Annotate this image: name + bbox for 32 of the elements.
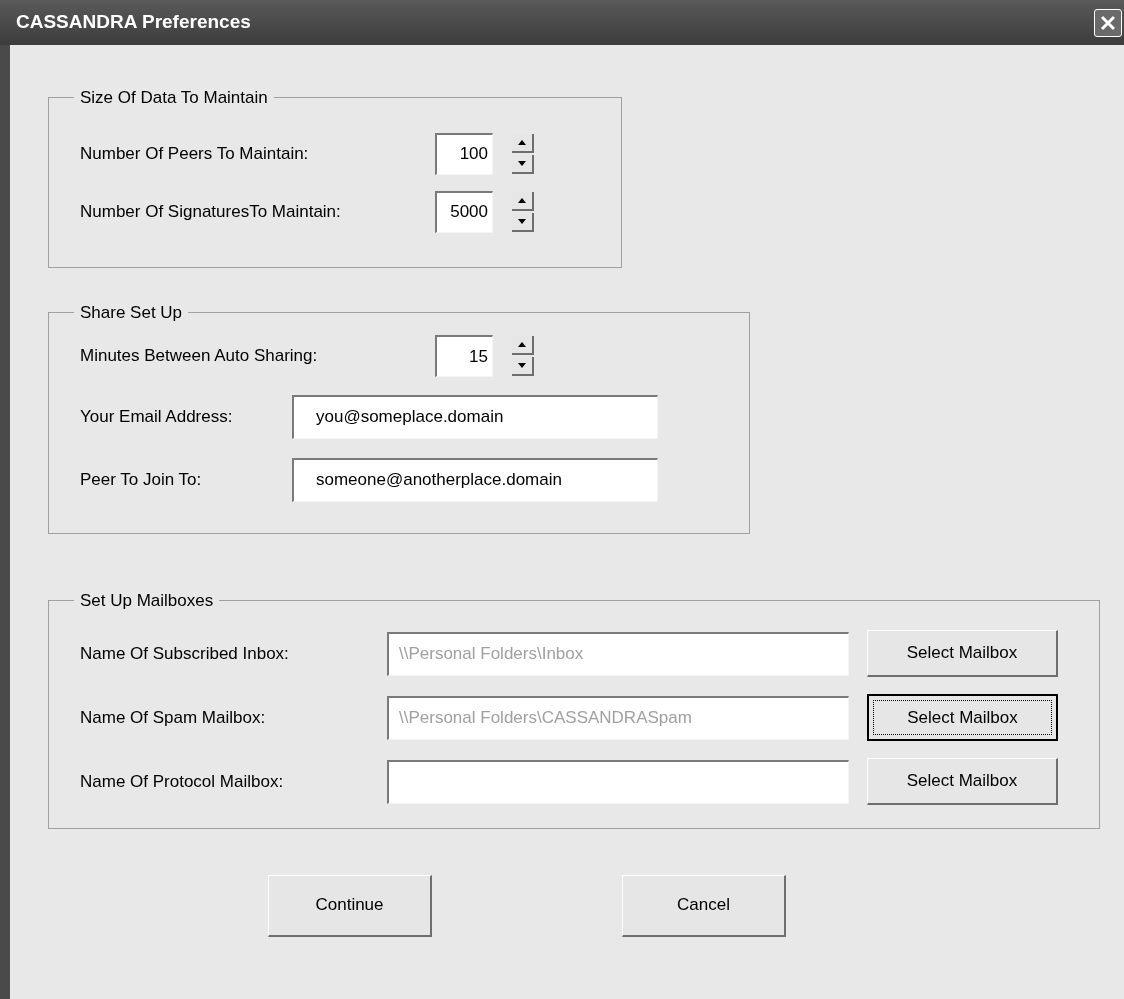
group-title: Size Of Data To Maintain [79, 87, 269, 109]
text-field[interactable]: you@someplace.domain [292, 394, 658, 439]
spin-down-button[interactable] [512, 357, 534, 376]
number-field[interactable]: 100 [435, 132, 493, 175]
field-label: Name Of Spam Mailbox: [80, 706, 267, 729]
up-triangle-icon [518, 139, 526, 145]
number-field[interactable]: 5000 [435, 190, 493, 233]
spin-down-button[interactable] [512, 154, 534, 174]
field-label: Number Of SignaturesTo Maintain: [80, 200, 342, 223]
group-title: Share Set Up [79, 301, 184, 324]
field-label: Peer To Join To: [80, 468, 203, 491]
spin-down-button[interactable] [512, 212, 534, 232]
dialog-button[interactable]: Continue [268, 874, 432, 937]
mailbox-field[interactable] [387, 759, 849, 804]
close-button[interactable] [1094, 8, 1122, 37]
up-triangle-icon [518, 342, 526, 347]
number-field[interactable]: 15 [435, 335, 493, 377]
field-label: Minutes Between Auto Sharing: [80, 345, 319, 368]
group-title: Set Up Mailboxes [79, 590, 215, 612]
field-label: Name Of Protocol Mailbox: [80, 770, 285, 793]
down-triangle-icon [518, 363, 526, 368]
window-title: CASSANDRA Preferences [16, 10, 251, 35]
field-label: Number Of Peers To Maintain: [80, 142, 310, 165]
down-triangle-icon [518, 218, 526, 224]
dialog-button[interactable]: Cancel [622, 874, 786, 937]
text-field[interactable]: someone@anotherplace.domain [292, 457, 658, 502]
close-icon [1100, 14, 1116, 31]
select-mailbox-button[interactable]: Select Mailbox [867, 758, 1058, 805]
down-triangle-icon [518, 160, 526, 166]
up-triangle-icon [518, 197, 526, 203]
field-label: Your Email Address: [80, 405, 234, 428]
field-label: Name Of Subscribed Inbox: [80, 642, 290, 665]
